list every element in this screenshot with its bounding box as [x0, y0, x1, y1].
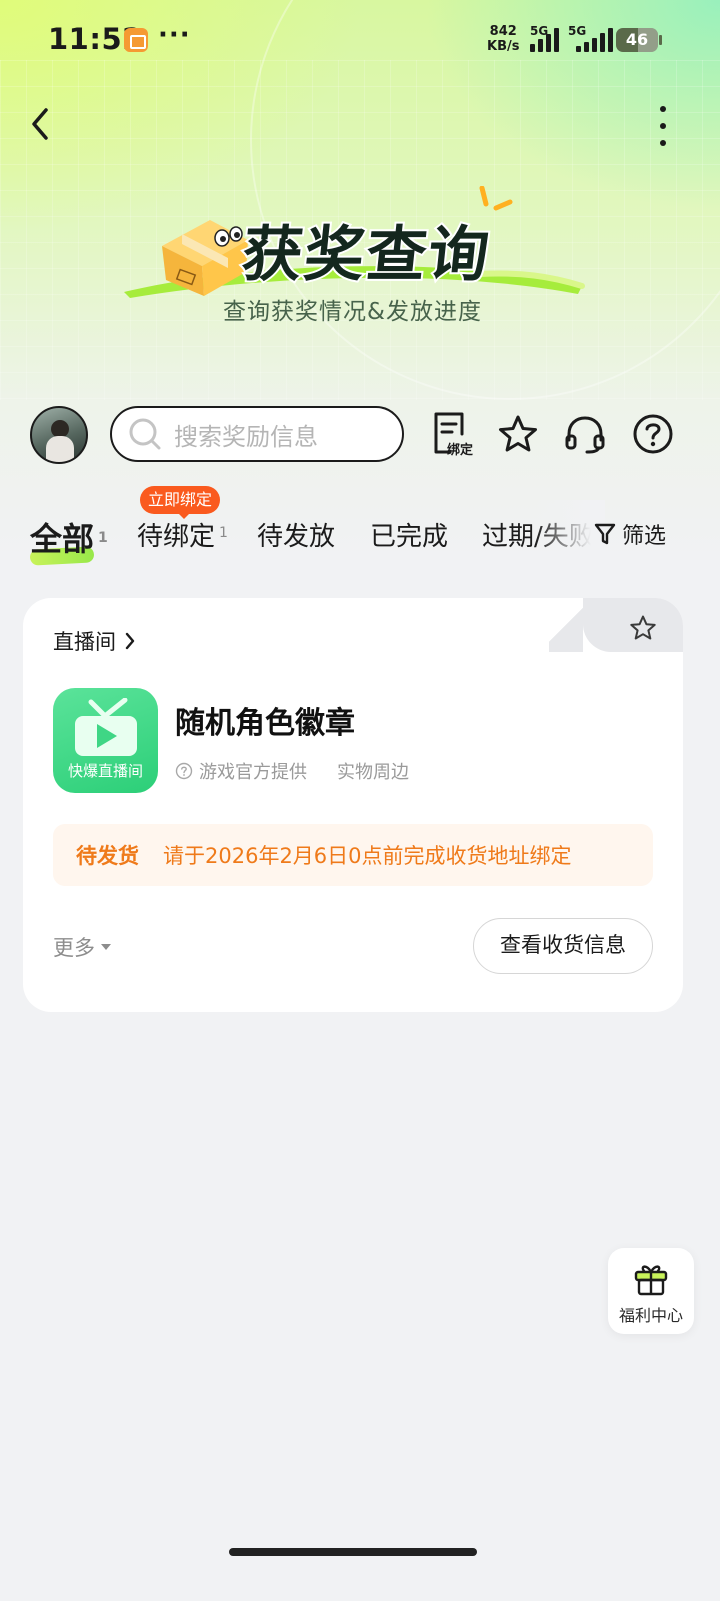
info-question-icon[interactable]: [175, 762, 193, 780]
page-subtitle: 查询获奖情况&发放进度: [223, 299, 482, 325]
question-icon: [633, 414, 673, 454]
avatar[interactable]: [30, 406, 88, 464]
more-notifications-icon: ···: [158, 20, 191, 50]
prize-meta: 游戏官方提供 实物周边: [175, 758, 409, 784]
card-corner-fold: [549, 598, 583, 652]
search-input[interactable]: 搜索奖励信息: [110, 406, 404, 462]
more-options-button[interactable]: [650, 104, 676, 148]
delivery-deadline-message: 请于2026年2月6日0点前完成收货地址绑定: [163, 844, 572, 868]
prize-category: 实物周边: [337, 762, 409, 783]
prize-title: 随机角色徽章: [175, 706, 355, 741]
filter-label: 筛选: [622, 524, 667, 549]
star-outline-icon: [630, 615, 656, 640]
bind-button[interactable]: 绑定: [428, 410, 474, 458]
back-button[interactable]: [22, 104, 62, 144]
more-label: 更多: [53, 936, 95, 960]
home-indicator[interactable]: [229, 1548, 477, 1556]
welfare-center-button[interactable]: 福利中心: [608, 1248, 694, 1334]
bind-now-badge[interactable]: 立即绑定: [140, 486, 221, 519]
search-placeholder: 搜索奖励信息: [174, 422, 318, 451]
tab-all-label: 全部: [30, 520, 95, 558]
battery-level: 46: [625, 30, 649, 49]
tab-pending-issue[interactable]: 待发放: [257, 516, 335, 553]
app-name: 快爆直播间: [67, 762, 143, 780]
status-tabs: 全部1 立即绑定 待绑定1 待发放 已完成 过期/失败 筛选: [0, 486, 720, 570]
tab-pending-issue-label: 待发放: [257, 522, 336, 552]
tab-done[interactable]: 已完成: [370, 516, 448, 553]
battery-icon: 46: [616, 28, 658, 52]
delivery-status: 待发货: [76, 844, 139, 868]
network-speed-value: 842: [489, 24, 517, 39]
more-dropdown[interactable]: 更多: [53, 932, 111, 962]
delivery-status-strip: 待发货 请于2026年2月6日0点前完成收货地址绑定: [53, 824, 653, 886]
signal-2-label: 5G: [568, 24, 587, 38]
calendar-notification-icon: [124, 28, 148, 52]
filter-button[interactable]: 筛选: [594, 518, 666, 550]
gift-icon: [634, 1265, 668, 1296]
tab-pending-bind-label: 待绑定: [137, 522, 216, 552]
dot-icon: [660, 123, 666, 129]
dot-icon: [660, 106, 666, 112]
search-icon: [129, 418, 161, 450]
chevron-right-icon: [125, 632, 135, 650]
signal-1-label: 5G: [530, 24, 549, 38]
bind-document-icon: 绑定: [434, 412, 473, 458]
prize-provider: 游戏官方提供: [199, 762, 307, 783]
signal-2-icon: 5G: [568, 24, 613, 52]
customer-service-button[interactable]: [562, 410, 608, 458]
tab-done-label: 已完成: [370, 522, 449, 552]
star-icon: [499, 415, 537, 452]
source-label: 直播间: [53, 630, 116, 654]
signal-1-icon: 5G: [530, 24, 559, 52]
tab-pending-bind[interactable]: 待绑定 1: [137, 516, 228, 553]
live-app-logo: 快爆直播间: [53, 688, 158, 793]
tv-play-icon: [75, 698, 137, 756]
help-button[interactable]: [630, 410, 676, 458]
tab-pending-bind-count: 1: [219, 525, 228, 541]
welfare-label: 福利中心: [618, 1306, 683, 1325]
favorite-prize-button[interactable]: [629, 614, 657, 646]
dot-icon: [660, 140, 666, 146]
tab-all-count: 1: [98, 530, 108, 546]
network-speed: 842 KB/s: [487, 24, 519, 54]
package-mascot-icon: [162, 220, 248, 296]
caret-down-icon: [101, 944, 111, 950]
favorites-button[interactable]: [495, 410, 541, 458]
chevron-left-icon: [32, 108, 48, 140]
view-shipping-info-button[interactable]: 查看收货信息: [473, 918, 653, 974]
headset-icon: [565, 416, 605, 454]
prize-card: 直播间 快爆直播间 随机角色徽章 游戏官方提供 实物周边 待发货 请于2026年…: [23, 598, 683, 1012]
battery-cap: [659, 35, 662, 45]
network-speed-unit: KB/s: [487, 39, 520, 54]
source-link[interactable]: 直播间: [53, 626, 136, 656]
funnel-icon: [594, 523, 616, 545]
page-title: 获奖查询: [237, 218, 496, 292]
bind-label: 绑定: [447, 442, 473, 458]
tab-all[interactable]: 全部 1: [30, 514, 108, 560]
